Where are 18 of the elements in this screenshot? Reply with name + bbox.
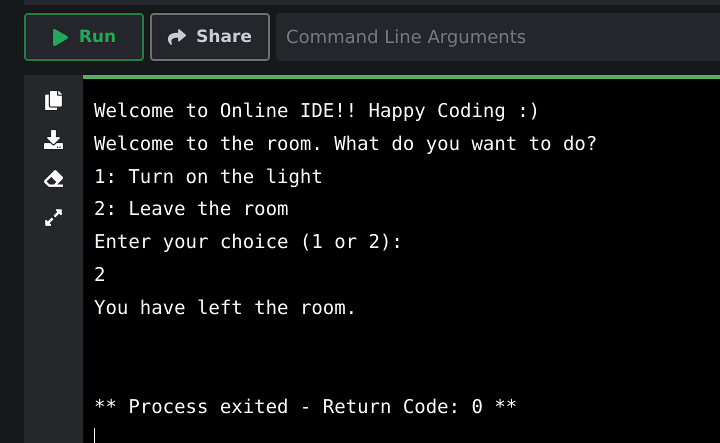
play-icon	[52, 28, 69, 46]
run-button[interactable]: Run	[24, 13, 144, 61]
text-cursor	[94, 428, 95, 443]
output-line: Welcome to Online IDE!! Happy Coding :)	[94, 99, 542, 124]
output-line: 2	[94, 262, 106, 288]
share-button[interactable]: Share	[150, 13, 270, 61]
output-line: 1: Turn on the light	[94, 164, 324, 190]
output-line: Welcome to the room. What do you want to do?	[94, 132, 598, 157]
output-line: 2: Leave the room	[94, 197, 290, 222]
expand-icon[interactable]	[42, 206, 64, 228]
exit-status-line: ** Process exited - Return Code: 0 **	[94, 394, 518, 420]
download-icon[interactable]	[42, 128, 64, 150]
output-line: Enter your choice (1 or 2):	[94, 230, 404, 256]
share-icon	[168, 28, 186, 46]
output-line: You have left the room.	[94, 296, 358, 321]
copy-icon[interactable]	[42, 89, 64, 111]
eraser-icon[interactable]	[42, 167, 64, 189]
arguments-field[interactable]: Command Line Arguments	[276, 13, 720, 61]
